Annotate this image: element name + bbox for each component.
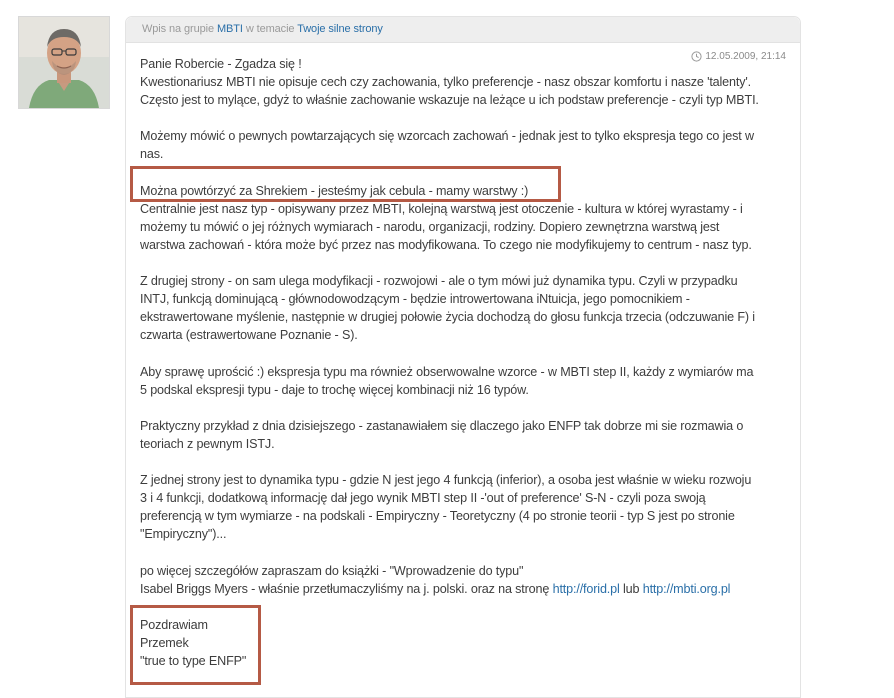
signature-line: Pozdrawiam xyxy=(140,617,208,632)
post-line: preferencją w tym wymiarze - na podskali… xyxy=(140,509,735,524)
post-line: Często jest to mylące, gdyż to właśnie z… xyxy=(140,93,759,108)
post-card: Wpis na grupie MBTI w temacie Twoje siln… xyxy=(125,16,801,698)
signature-line: Przemek xyxy=(140,636,189,650)
mbti-link[interactable]: http://mbti.org.pl xyxy=(643,582,731,596)
post-line-links: Isabel Briggs Myers - właśnie przetłumac… xyxy=(140,580,792,598)
post-line: 5 podskal ekspresji typu - daje to troch… xyxy=(140,382,529,397)
post-line: Z jednej strony jest to dynamika typu - … xyxy=(140,473,752,488)
post-line: teoriach z pewnym ISTJ. xyxy=(140,436,275,451)
post-line: Z drugiej strony - on sam ulega modyfika… xyxy=(140,274,738,289)
post-line: ekstrawertowane myślenie, następnie w dr… xyxy=(140,310,755,325)
post-line: możemy tu mówić o jej różnych wymiarach … xyxy=(140,219,720,234)
post-line: Panie Robercie - Zgadza się ! xyxy=(140,57,302,71)
post-line: "Empiryczny")... xyxy=(140,527,227,542)
header-middle: w temacie xyxy=(245,23,295,35)
post-header: Wpis na grupie MBTI w temacie Twoje siln… xyxy=(126,17,800,43)
user-avatar-image xyxy=(19,17,109,108)
topic-link[interactable]: Twoje silne strony xyxy=(297,23,383,35)
post-line: Centralnie jest nasz typ - opisywany prz… xyxy=(140,201,743,216)
post-line: 3 i 4 funkcji, dodatkową informację dał … xyxy=(140,491,706,506)
post-line: Kwestionariusz MBTI nie opisuje cech czy… xyxy=(140,75,751,90)
group-link[interactable]: MBTI xyxy=(217,23,243,35)
links-between: lub xyxy=(619,581,643,596)
post-line: Praktyczny przykład z dnia dzisiejszego … xyxy=(140,418,744,433)
post-line: po więcej szczegółów zapraszam do książk… xyxy=(140,563,524,578)
links-prefix: Isabel Briggs Myers - właśnie przetłumac… xyxy=(140,581,553,596)
post-line: Możemy mówić o pewnych powtarzających si… xyxy=(140,129,754,144)
avatar[interactable] xyxy=(18,16,110,109)
post-line: Aby sprawę uprościć :) ekspresja typu ma… xyxy=(140,364,754,379)
header-prefix: Wpis na grupie xyxy=(142,23,214,35)
post-line: nas. xyxy=(140,147,164,162)
signature-line: "true to type ENFP" xyxy=(140,654,247,669)
forid-link[interactable]: http://forid.pl xyxy=(553,582,620,596)
post-line: czwarta (estrawertowane Poznanie - S). xyxy=(140,328,358,343)
post-line: warstwa zachowań - która może być przez … xyxy=(140,237,752,252)
post-line-shrek: Można powtórzyć za Shrekiem - jesteśmy j… xyxy=(140,183,529,198)
post-body: Panie Robercie - Zgadza się ! Kwestionar… xyxy=(140,55,792,670)
post-line: INTJ, funkcją dominującą - głównodowodzą… xyxy=(140,292,690,307)
